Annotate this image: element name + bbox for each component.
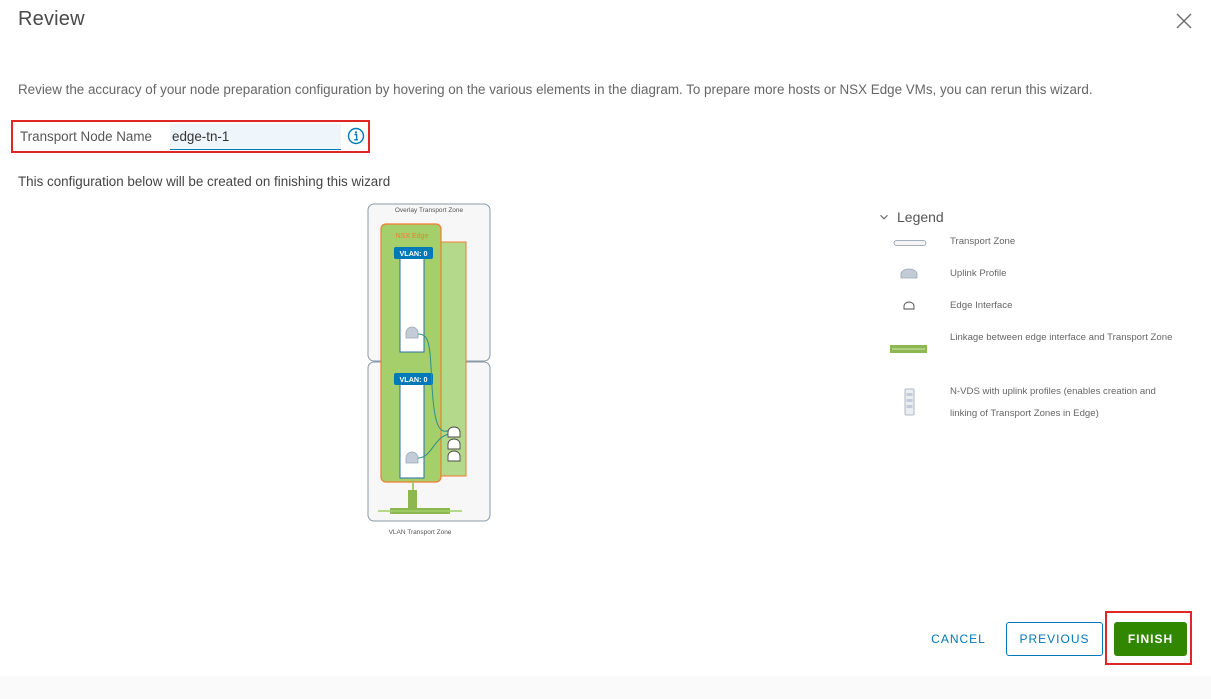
nvds-icon [888, 388, 930, 416]
previous-button[interactable]: PREVIOUS [1006, 622, 1103, 656]
finish-button[interactable]: FINISH [1114, 622, 1187, 656]
transport-node-name-input[interactable] [170, 124, 341, 150]
edge-interface-icon-2 [447, 438, 461, 450]
transport-node-name-label: Transport Node Name [20, 129, 152, 144]
vlan-badge-top-label: VLAN: 0 [400, 249, 428, 258]
linkage-icon [888, 344, 930, 364]
legend-panel: Legend Transport Zone Uplink Profile Edg… [878, 206, 1198, 419]
legend-toggle[interactable]: Legend [878, 206, 1198, 228]
footer-strip [0, 676, 1211, 699]
legend-label-edge-interface: Edge Interface [950, 300, 1013, 311]
legend-label-uplink-profile: Uplink Profile [950, 268, 1007, 279]
vlan-linkage-connector [412, 482, 414, 490]
edge-interface-column-bottom [399, 383, 425, 479]
nsx-edge-label: NSX Edge [396, 233, 429, 240]
edge-interface-icon-1 [447, 426, 461, 438]
chevron-down-icon [878, 211, 890, 223]
node-preparation-diagram[interactable]: Overlay Transport Zone VLAN Transport Zo… [360, 196, 500, 546]
cancel-button[interactable]: CANCEL [921, 622, 996, 656]
legend-label-linkage: Linkage between edge interface and Trans… [950, 332, 1173, 343]
vlan-badge-bottom-label: VLAN: 0 [400, 375, 428, 384]
transport-zone-icon [888, 239, 930, 259]
dialog-description: Review the accuracy of your node prepara… [18, 82, 1093, 97]
configuration-note: This configuration below will be created… [18, 174, 391, 189]
vlan-linkage-stem [408, 490, 417, 508]
overlay-zone-label: Overlay Transport Zone [395, 207, 464, 214]
close-icon[interactable] [1175, 12, 1193, 30]
uplink-icon-bottom [405, 451, 419, 464]
vlan-zone-label: VLAN Transport Zone [389, 529, 452, 536]
info-icon[interactable] [347, 127, 365, 145]
uplink-icon-top [405, 326, 419, 339]
edge-interface-icon-3 [447, 450, 461, 462]
edge-interface-icon [888, 301, 930, 321]
dialog-title: Review [18, 8, 85, 30]
legend-title: Legend [897, 209, 944, 225]
legend-label-nvds: N-VDS with uplink profiles (enables crea… [950, 386, 1156, 419]
transport-node-name-highlight: Transport Node Name [11, 120, 370, 153]
uplink-profile-icon [888, 268, 930, 288]
legend-label-transport-zone: Transport Zone [950, 236, 1016, 247]
